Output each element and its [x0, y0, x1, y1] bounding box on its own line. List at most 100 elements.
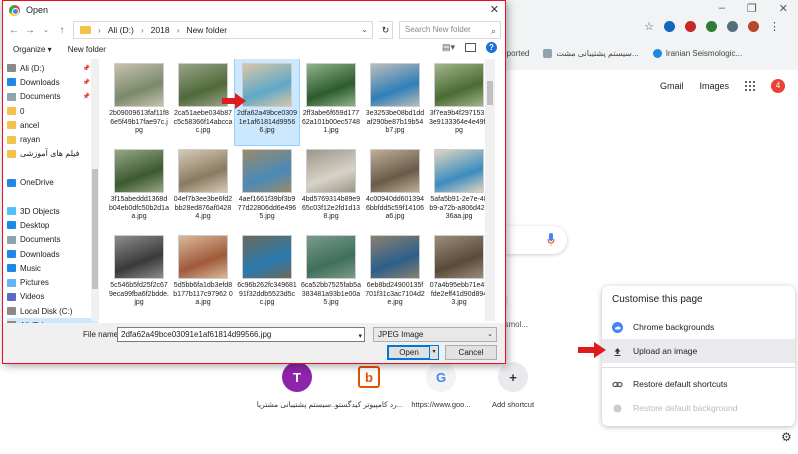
file-item[interactable]: 6ca52bb7525fab5a383481a93b1e00a5.jpg — [299, 231, 363, 317]
file-item[interactable]: 6c96b262fc34968191f32ddb5523d5cc.jpg — [235, 231, 299, 317]
extension-icon-2[interactable] — [685, 21, 696, 32]
file-name: 3f7ea9b4f29715313e9133364e4e49f.jpg — [429, 110, 489, 134]
shortcut-1[interactable]: b رد کامپیوتر کیدگستو... — [335, 362, 403, 409]
tree-item[interactable]: 3D Objects — [7, 204, 98, 218]
menu-icon[interactable]: ⋮ — [769, 20, 780, 33]
gmail-link[interactable]: Gmail — [660, 81, 684, 91]
file-item[interactable]: 4c00940dd6013946bbfdd5c59f14106a6.jpg — [363, 145, 427, 231]
extension-icon-3[interactable] — [706, 21, 717, 32]
images-link[interactable]: Images — [700, 81, 730, 91]
restore-shortcuts-item[interactable]: Restore default shortcuts — [602, 372, 795, 396]
folder-icon — [7, 107, 16, 116]
window-controls: – ❐ ✕ — [719, 2, 788, 15]
tree-item[interactable]: 0 — [7, 104, 98, 118]
image-thumbnail — [434, 63, 484, 107]
forward-arrow-icon[interactable]: → — [25, 25, 35, 36]
up-arrow-icon[interactable]: ↑ — [57, 25, 67, 36]
help-icon[interactable]: ? — [486, 42, 497, 53]
extension-icon-1[interactable] — [664, 21, 675, 32]
music-icon — [7, 264, 16, 273]
refresh-icon[interactable]: ↻ — [379, 21, 393, 39]
gear-icon[interactable]: ⚙ — [781, 430, 792, 444]
tree-item[interactable]: Pictures — [7, 275, 98, 289]
file-scrollbar[interactable] — [485, 59, 495, 321]
tree-item[interactable]: rayan — [7, 132, 98, 146]
breadcrumb-drive[interactable]: Ali (D:) — [108, 25, 134, 35]
bookmark-item-1[interactable]: سیستم پشتیبانی مشت... — [543, 48, 639, 58]
cancel-button[interactable]: Cancel — [445, 345, 497, 360]
star-icon[interactable]: ☆ — [644, 20, 654, 33]
minimize-icon[interactable]: – — [719, 2, 725, 15]
tree-item[interactable]: OneDrive — [7, 175, 98, 189]
shortcut-2[interactable]: G https://www.goo... — [411, 362, 471, 409]
tree-item-label: Downloads — [20, 249, 60, 259]
close-icon[interactable]: ✕ — [490, 3, 499, 16]
filename-input[interactable]: 2dfa62a49bce03091e1af61814d99566.jpg ▾ — [117, 327, 365, 342]
file-name: 4aef1661f39bf3b977d22806dd6e4965.jpg — [237, 196, 297, 220]
view-options-icon[interactable]: ▤▾ — [442, 42, 455, 53]
file-item[interactable]: 4bd5769314b89e965c03f12e2fd1d138.jpg — [299, 145, 363, 231]
breadcrumb-year[interactable]: 2018 — [151, 25, 170, 35]
tree-item[interactable]: Downloads — [7, 247, 98, 261]
maximize-icon[interactable]: ❐ — [747, 2, 757, 15]
file-item[interactable]: 4aef1661f39bf3b977d22806dd6e4965.jpg — [235, 145, 299, 231]
shortcuts-row: T سیستم پشتیبانی مشتریا... b رد کامپیوتر… — [257, 362, 542, 409]
file-name: 04ef7b3ee3be6fd2bb28ed876af04284.jpg — [173, 196, 233, 220]
bookmark-item-2[interactable]: Iranian Seismologic... — [652, 48, 742, 58]
breadcrumb-folder[interactable]: New folder — [186, 25, 227, 35]
open-button[interactable]: Open — [387, 345, 431, 360]
microphone-icon[interactable] — [547, 233, 555, 247]
tree-item[interactable]: فیلم های آموزشی — [7, 147, 98, 161]
organize-button[interactable]: Organize ▾ — [13, 45, 52, 54]
file-item[interactable]: 6eb8bd24900135f701f31c3ac7104d2e.jpg — [363, 231, 427, 317]
tree-item[interactable]: Desktop — [7, 218, 98, 232]
tree-item[interactable]: Downloads 📌 — [7, 75, 98, 89]
notifications-badge[interactable]: 4 — [771, 79, 786, 93]
file-item[interactable]: 5c546b5fd25f2c679eca99fba6f2bdde.jpg — [107, 231, 171, 317]
back-arrow-icon[interactable]: ← — [9, 25, 19, 36]
add-shortcut-button[interactable]: + Add shortcut — [484, 362, 542, 409]
file-item[interactable]: 3f15abeddd1368db04eb0dfc50b2d1aa.jpg — [107, 145, 171, 231]
search-input[interactable]: Search New folder ⌕ — [399, 21, 501, 39]
upload-image-item[interactable]: Upload an image — [602, 339, 795, 363]
tree-item[interactable]: Videos — [7, 290, 98, 304]
tree-item-label: ancel — [20, 120, 40, 130]
chevron-down-icon[interactable]: ⌄ — [41, 26, 51, 34]
chevron-down-icon[interactable]: ▾ — [358, 330, 362, 343]
tree-item[interactable]: Documents — [7, 233, 98, 247]
file-item[interactable]: 07a4b95ebb71e43fde2eff41d90d8943.jpg — [427, 231, 491, 317]
file-item[interactable]: 2ff3abe6f659d17762a101b00ec57481.jpg — [299, 59, 363, 145]
file-item[interactable]: 5d5bb6fa1db3efd8b177b117c97962 0a.jpg — [171, 231, 235, 317]
address-bar[interactable]: › Ali (D:) › 2018 › New folder ⌄ — [73, 21, 373, 39]
restore-background-item: Restore default background — [602, 396, 795, 420]
tree-item[interactable]: Local Disk (C:) — [7, 304, 98, 318]
new-folder-button[interactable]: New folder — [68, 45, 106, 54]
file-item[interactable]: 3e3253be08bd1ddaf290be87b19b54b7.jpg — [363, 59, 427, 145]
file-item[interactable]: 3f7ea9b4f29715313e9133364e4e49f.jpg — [427, 59, 491, 145]
tree-item[interactable]: Music — [7, 261, 98, 275]
tree-item-label: 3D Objects — [20, 206, 60, 216]
file-item[interactable]: 04ef7b3ee3be6fd2bb28ed876af04284.jpg — [171, 145, 235, 231]
tree-item[interactable]: Documents 📌 — [7, 90, 98, 104]
tree-item[interactable]: Ali (D:) 📌 — [7, 61, 98, 75]
apps-grid-icon[interactable] — [745, 81, 756, 91]
file-name: 6eb8bd24900135f701f31c3ac7104d2e.jpg — [365, 282, 425, 306]
image-thumbnail — [178, 63, 228, 107]
chevron-down-icon[interactable]: ⌄ — [361, 25, 368, 34]
file-name: 6ca52bb7525fab5a383481a93b1e00a5.jpg — [301, 282, 361, 306]
pictures-icon — [7, 278, 16, 287]
profile-icon[interactable] — [748, 21, 759, 32]
file-item[interactable]: 2b09009613faf11f86e5f49b17fae97c.jpg — [107, 59, 171, 145]
open-options-button[interactable]: ▾ — [429, 345, 439, 360]
red-arrow-icon — [578, 342, 606, 358]
tree-item[interactable]: ancel — [7, 118, 98, 132]
shortcut-0[interactable]: T سیستم پشتیبانی مشتریا... — [257, 362, 337, 409]
google-search-box[interactable] — [505, 226, 567, 254]
file-item[interactable]: 5afa5b91-2e7e-48b9-a72b-a806d42136aa.jpg — [427, 145, 491, 231]
filetype-select[interactable]: JPEG Image ⌄ — [373, 327, 497, 342]
extension-icon-4[interactable] — [727, 21, 738, 32]
nav-scrollbar[interactable] — [91, 59, 99, 321]
close-icon[interactable]: ✕ — [779, 2, 788, 15]
chrome-backgrounds-item[interactable]: Chrome backgrounds — [602, 315, 795, 339]
preview-pane-icon[interactable] — [465, 43, 476, 52]
